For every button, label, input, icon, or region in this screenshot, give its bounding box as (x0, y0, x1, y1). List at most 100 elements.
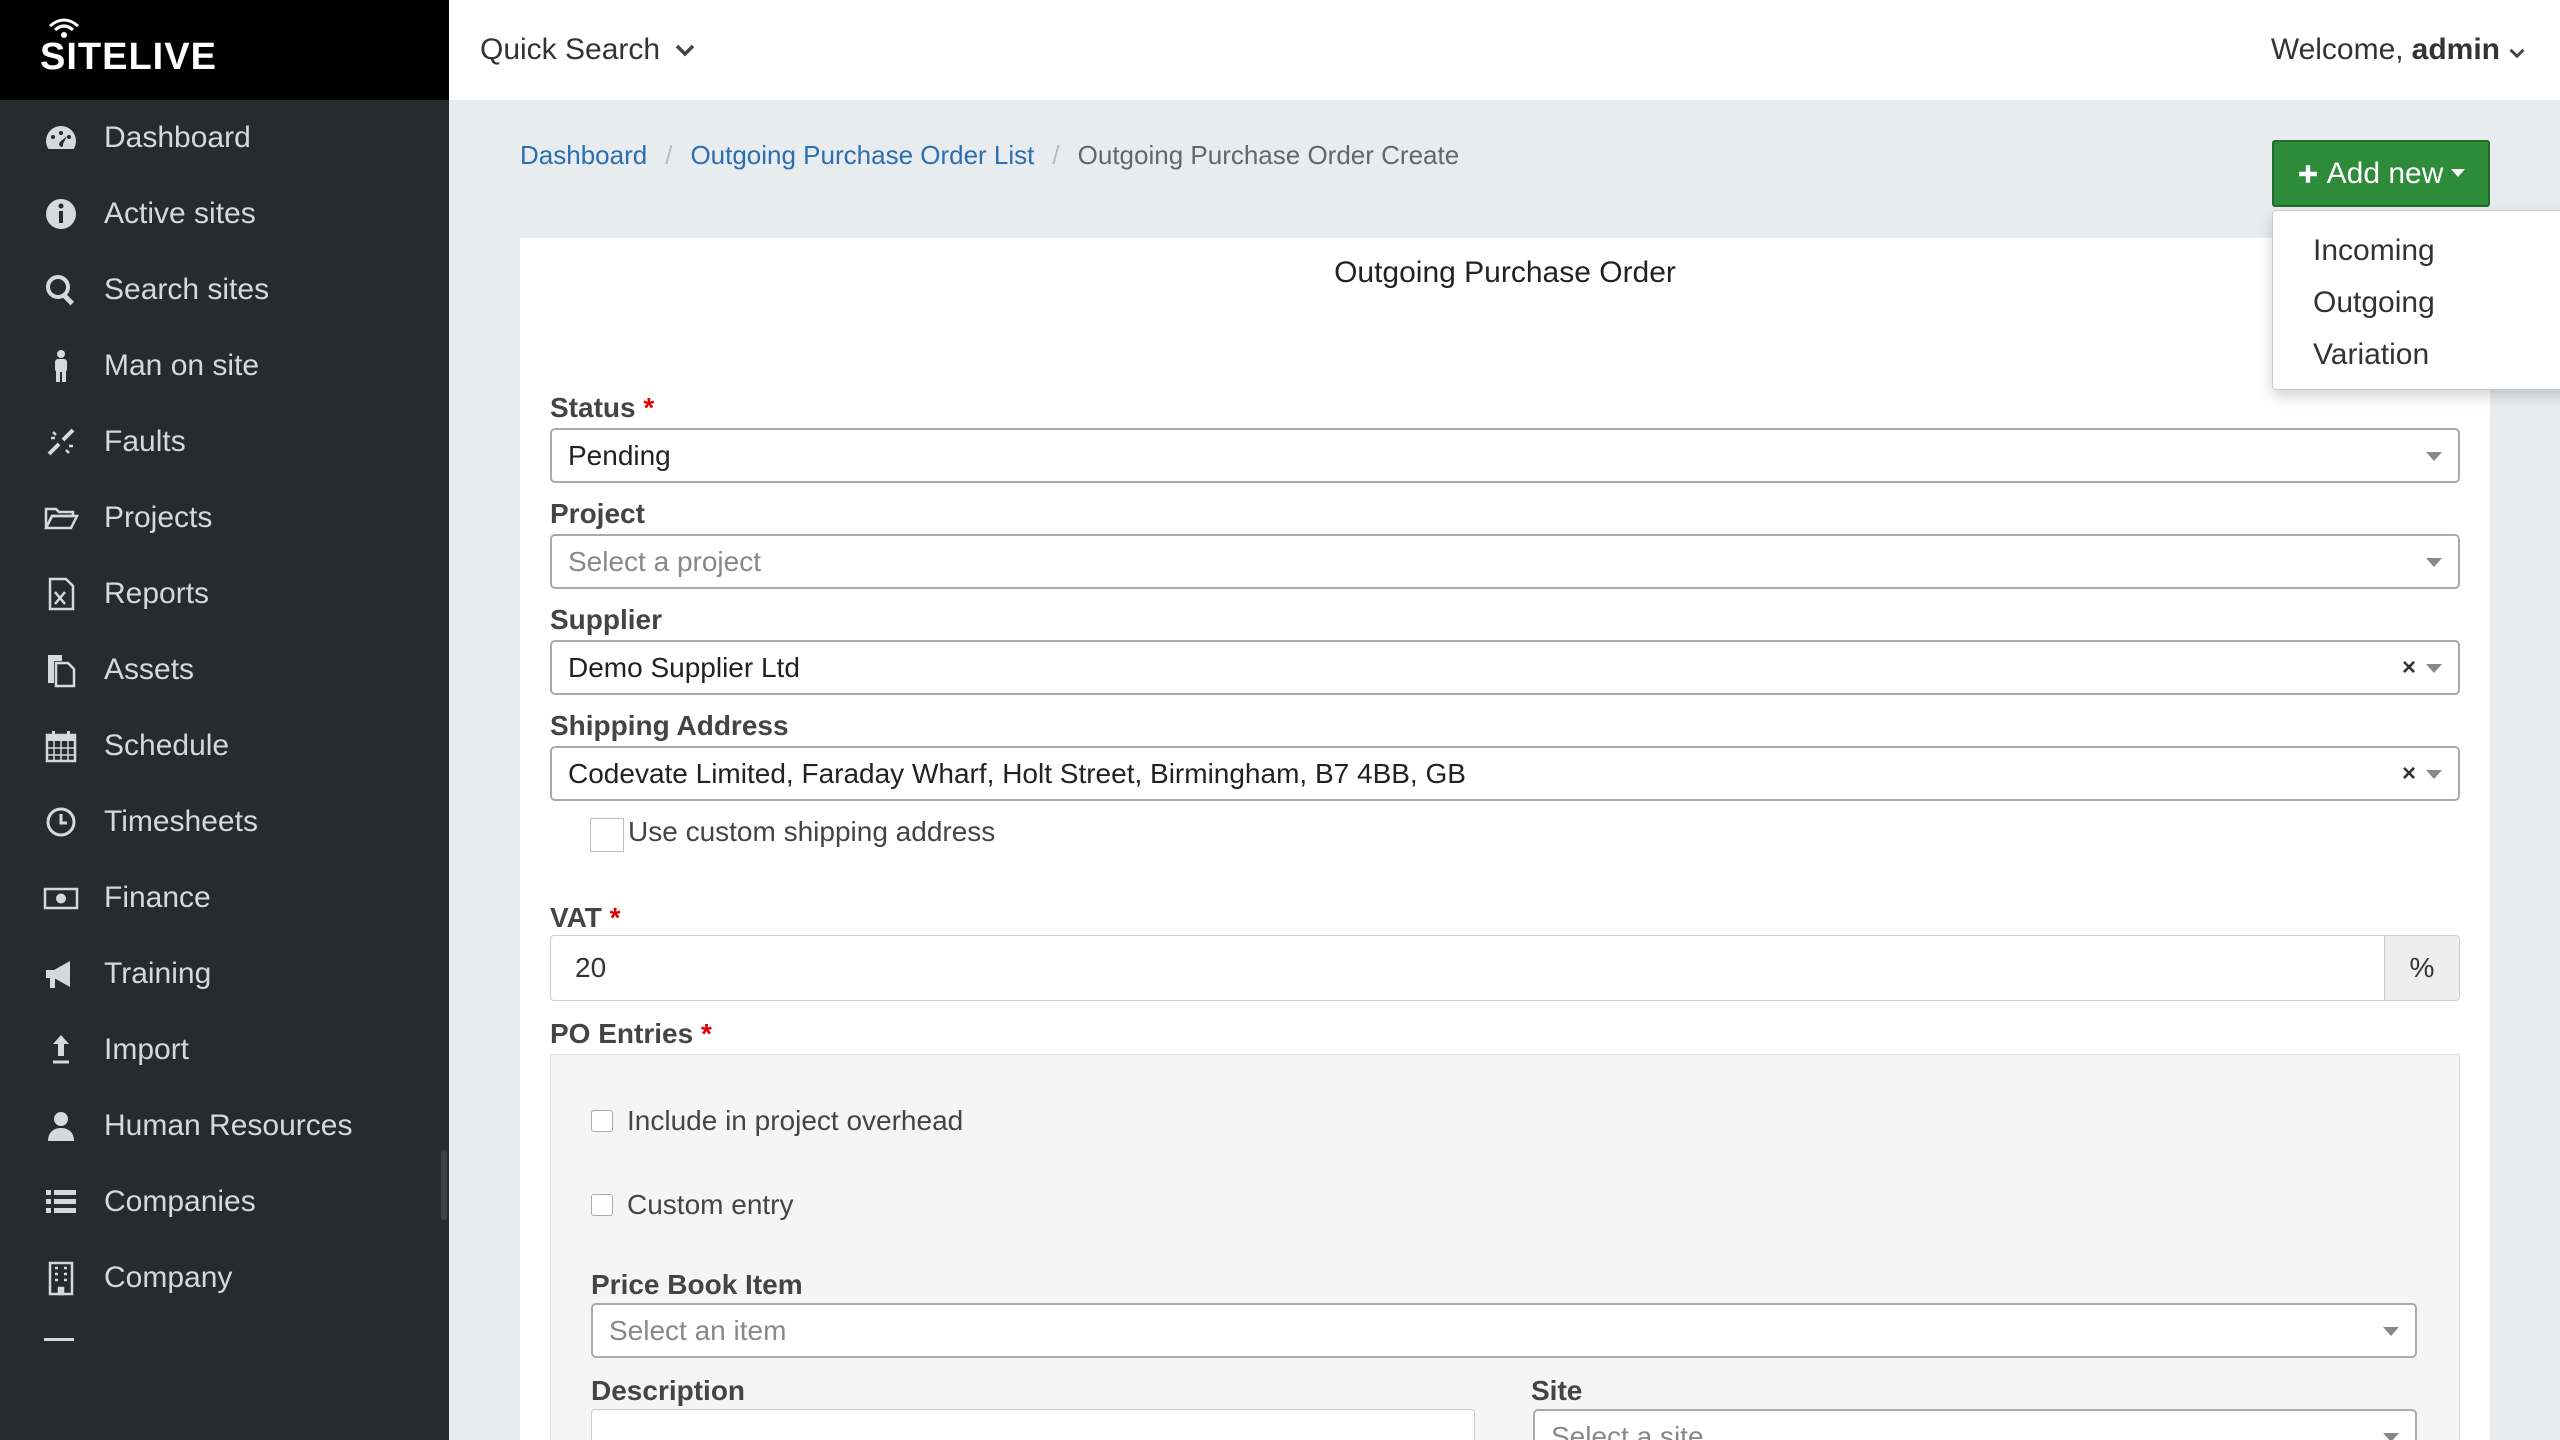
sidebar-item-label: Training (104, 957, 212, 990)
add-new-button[interactable]: Add new (2272, 140, 2490, 207)
sidebar-item-schedule[interactable]: Schedule (0, 708, 449, 784)
sidebar-item-label: Projects (104, 501, 213, 534)
custom-entry-row: Custom entry (591, 1189, 794, 1221)
dropdown-arrow-icon (2383, 1433, 2399, 1440)
price-book-label: Price Book Item (591, 1269, 803, 1300)
sidebar-scrollbar[interactable] (441, 1150, 447, 1220)
site-select[interactable]: Select a site (1533, 1409, 2417, 1440)
sidebar-item-label: Companies (104, 1185, 256, 1218)
sidebar-item-man-on-site[interactable]: Man on site (0, 328, 449, 404)
price-book-placeholder: Select an item (609, 1314, 787, 1346)
status-value: Pending (568, 439, 671, 471)
sidebar-item-projects[interactable]: Projects (0, 480, 449, 556)
person-icon (42, 347, 80, 385)
chevron-down-icon (2509, 48, 2525, 59)
topbar: Quick Search Welcome, admin (449, 0, 2560, 100)
sidebar-item-active-sites[interactable]: Active sites (0, 176, 449, 252)
sidebar-item-assets[interactable]: Assets (0, 632, 449, 708)
sidebar-item-label: Finance (104, 881, 211, 914)
plus-icon (2298, 164, 2317, 183)
folder-open-icon (42, 499, 80, 537)
include-overhead-row: Include in project overhead (591, 1105, 963, 1137)
custom-shipping-checkbox[interactable] (590, 818, 624, 852)
vat-input[interactable]: 20 (550, 935, 2390, 1001)
site-label: Site (1531, 1375, 1583, 1406)
status-select[interactable]: Pending (550, 428, 2460, 483)
files-icon (42, 651, 80, 689)
menu-item-outgoing[interactable]: Outgoing (2273, 277, 2560, 329)
welcome-text: Welcome, (2270, 33, 2404, 66)
shipping-address-value: Codevate Limited, Faraday Wharf, Holt St… (568, 757, 1466, 789)
custom-shipping-row: Use custom shipping address (590, 816, 996, 852)
sidebar: SITELIVE Dashboard Active sites Search s… (0, 0, 449, 1440)
add-new-menu: Incoming Outgoing Variation (2272, 210, 2560, 390)
supplier-label: Supplier (550, 604, 663, 635)
breadcrumb-current: Outgoing Purchase Order Create (1077, 140, 1460, 170)
custom-entry-checkbox[interactable] (591, 1194, 613, 1216)
sidebar-item-label: Timesheets (104, 805, 258, 838)
include-overhead-checkbox[interactable] (591, 1110, 613, 1132)
po-entries-panel: Include in project overhead Custom entry… (550, 1054, 2460, 1440)
sidebar-item-faults[interactable]: Faults (0, 404, 449, 480)
dropdown-arrow-icon (2426, 770, 2442, 779)
sidebar-item-finance[interactable]: Finance (0, 860, 449, 936)
clear-icon[interactable]: × (2402, 654, 2416, 682)
shipping-address-select[interactable]: Codevate Limited, Faraday Wharf, Holt St… (550, 746, 2460, 801)
dropdown-arrow-icon (2426, 558, 2442, 567)
sidebar-item-label: Active sites (104, 197, 256, 230)
sidebar-item-search-sites[interactable]: Search sites (0, 252, 449, 328)
project-select[interactable]: Select a project (550, 534, 2460, 589)
po-entries-label: PO Entries * (550, 1018, 712, 1049)
dashboard-icon (42, 119, 80, 157)
add-new-label: Add new (2326, 156, 2444, 190)
excel-file-icon (42, 575, 80, 613)
calendar-icon (42, 727, 80, 765)
username: admin (2411, 33, 2500, 66)
fault-icon (42, 423, 80, 461)
dropdown-arrow-icon (2426, 664, 2442, 673)
status-label: Status * (550, 392, 655, 423)
vat-percent-addon: % (2384, 935, 2460, 1001)
search-icon (42, 271, 80, 309)
sidebar-item-training[interactable]: Training (0, 936, 449, 1012)
user-menu[interactable]: Welcome, admin (2271, 33, 2526, 67)
sidebar-item-dashboard[interactable]: Dashboard (0, 100, 449, 176)
dropdown-arrow-icon (2426, 452, 2442, 461)
include-overhead-label: Include in project overhead (627, 1105, 964, 1136)
sidebar-item-label: Search sites (104, 273, 270, 306)
sidebar-item-companies[interactable]: Companies (0, 1164, 449, 1240)
breadcrumb: Dashboard / Outgoing Purchase Order List… (520, 140, 1459, 171)
sidebar-item-timesheets[interactable]: Timesheets (0, 784, 449, 860)
sidebar-item-human-resources[interactable]: Human Resources (0, 1088, 449, 1164)
logo-text: SITELIVE (40, 35, 217, 78)
page-title: Outgoing Purchase Order (1334, 256, 1676, 289)
breadcrumb-dashboard[interactable]: Dashboard (520, 140, 647, 171)
menu-item-incoming[interactable]: Incoming (2273, 225, 2560, 277)
shipping-address-label: Shipping Address (550, 710, 789, 741)
clear-icon[interactable]: × (2402, 760, 2416, 788)
custom-shipping-label: Use custom shipping address (628, 816, 996, 847)
sidebar-item-reports[interactable]: Reports (0, 556, 449, 632)
sidebar-next-item-edge (44, 1338, 74, 1341)
sidebar-item-label: Assets (104, 653, 195, 686)
sidebar-item-company[interactable]: Company (0, 1240, 449, 1316)
chevron-down-icon (675, 44, 695, 57)
custom-entry-label: Custom entry (627, 1189, 794, 1220)
vat-value: 20 (575, 952, 607, 983)
sidebar-item-import[interactable]: Import (0, 1012, 449, 1088)
price-book-select[interactable]: Select an item (591, 1303, 2417, 1358)
sidebar-item-label: Company (104, 1261, 233, 1294)
money-icon (42, 879, 80, 917)
sidebar-item-label: Man on site (104, 349, 260, 382)
supplier-select[interactable]: Demo Supplier Ltd × (550, 640, 2460, 695)
breadcrumb-separator: / (665, 140, 673, 170)
breadcrumb-po-list[interactable]: Outgoing Purchase Order List (690, 140, 1034, 171)
description-input[interactable] (591, 1409, 1475, 1440)
menu-item-variation[interactable]: Variation (2273, 329, 2560, 381)
project-placeholder: Select a project (568, 545, 761, 577)
logo[interactable]: SITELIVE (0, 0, 449, 100)
sidebar-item-label: Faults (104, 425, 186, 458)
quick-search-toggle[interactable]: Quick Search (480, 33, 696, 67)
vat-label: VAT * (550, 902, 621, 933)
user-icon (42, 1107, 80, 1145)
